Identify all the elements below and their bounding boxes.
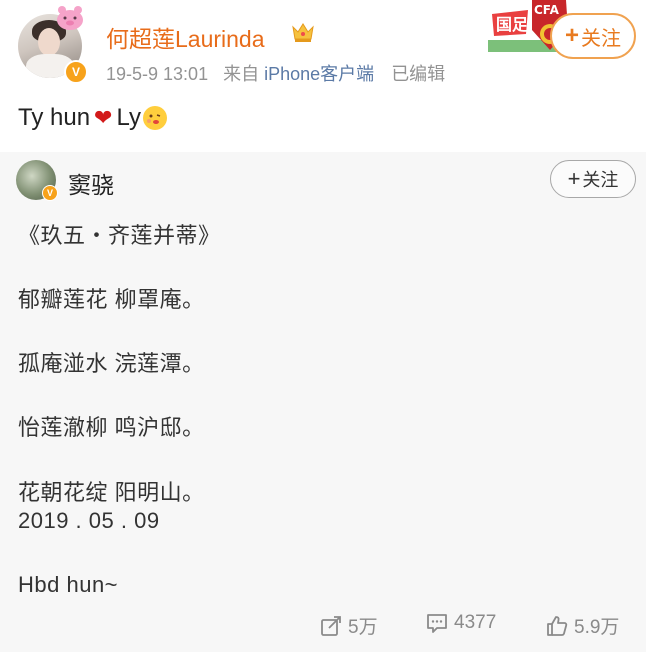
repost-button[interactable]: 5万 (320, 612, 378, 639)
repost-icon (321, 615, 341, 636)
comment-icon (427, 614, 447, 633)
retweet-author-name[interactable]: 窦骁 (68, 166, 114, 200)
retweet-follow-button[interactable]: + 关注 (550, 160, 636, 198)
source-link[interactable]: iPhone客户端 (264, 64, 374, 84)
follow-button[interactable]: + 关注 (550, 13, 636, 59)
post-text-part2: Ly (116, 104, 141, 131)
edited-label[interactable]: 已编辑 (391, 64, 445, 84)
poem-line: 花朝花绽 阳明山。 (18, 480, 205, 505)
comment-count: 4377 (454, 612, 497, 633)
thumbs-up-icon (547, 615, 568, 636)
verified-badge-icon: V (64, 60, 88, 84)
svg-text:国足: 国足 (496, 15, 529, 34)
post-text-part1: Ty hun (18, 104, 91, 131)
poem-date: 2019 . 05 . 09 (18, 508, 160, 533)
post-date: 19-5-9 13:01 (106, 64, 209, 84)
poem-title: 《玖五・齐莲并蒂》 (18, 223, 221, 248)
follow-label: 关注 (581, 27, 621, 50)
author-name[interactable]: 何超莲Laurinda (106, 20, 265, 54)
repost-count: 5万 (348, 617, 378, 638)
poem-line: 郁瓣莲花 柳罩庵。 (18, 287, 205, 312)
retweet-verified-badge-icon: V (42, 185, 58, 201)
poem-wish: Hbd hun~ (18, 572, 119, 597)
post-meta: 19-5-9 13:01 来自 iPhone客户端 已编辑 (106, 60, 445, 86)
heart-emoji-icon: ❤ (94, 105, 113, 130)
plus-icon: + (567, 166, 581, 191)
comment-button[interactable]: 4377 (426, 612, 496, 634)
crown-icon (292, 23, 314, 42)
pig-emoji-icon (57, 6, 83, 30)
like-count: 5.9万 (574, 617, 620, 638)
source-prefix: 来自 (223, 64, 260, 84)
plus-icon: + (564, 22, 579, 49)
like-button[interactable]: 5.9万 (546, 612, 619, 639)
kiss-emoji-icon (142, 106, 167, 130)
poem-line: 孤庵湴水 浣莲潭。 (18, 351, 205, 376)
poem-line: 怡莲澈柳 鸣沪邸。 (18, 415, 205, 440)
svg-text:CFA: CFA (534, 3, 560, 17)
post-text: Ty hun ❤ Ly (18, 104, 167, 132)
retweet-follow-label: 关注 (582, 170, 619, 190)
